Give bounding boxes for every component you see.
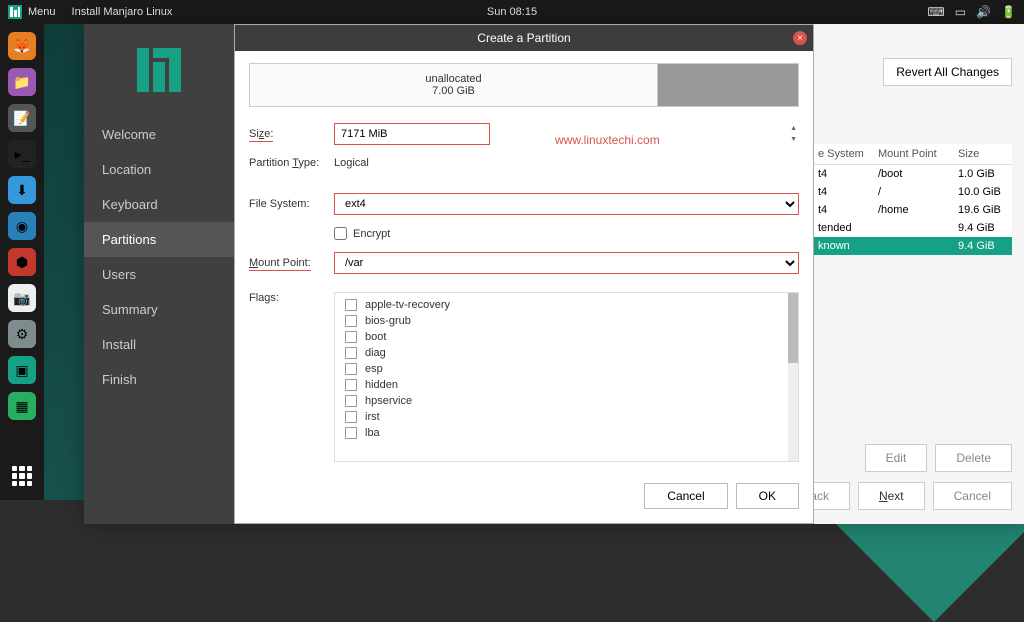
- dock-firefox-icon[interactable]: 🦊: [8, 32, 36, 60]
- screen-icon[interactable]: ▭: [955, 5, 966, 19]
- flags-scrollbar[interactable]: [788, 293, 798, 461]
- mountpoint-select[interactable]: /var: [334, 252, 799, 274]
- flag-checkbox[interactable]: [345, 379, 357, 391]
- flag-item[interactable]: lba: [335, 425, 798, 441]
- dock-settings-icon[interactable]: ⚙: [8, 320, 36, 348]
- flag-item[interactable]: boot: [335, 329, 798, 345]
- dock-terminal-icon[interactable]: ▸_: [8, 140, 36, 168]
- col-size: Size: [952, 144, 1012, 164]
- volume-icon[interactable]: 🔊: [976, 5, 991, 19]
- sidebar-item-partitions[interactable]: Partitions: [84, 222, 234, 257]
- sidebar-item-welcome[interactable]: Welcome: [84, 117, 234, 152]
- flag-item[interactable]: hidden: [335, 377, 798, 393]
- dock-download-icon[interactable]: ⬇: [8, 176, 36, 204]
- dock-apps-icon[interactable]: [8, 462, 36, 490]
- filesystem-select[interactable]: ext4: [334, 193, 799, 215]
- manjaro-logo: [84, 36, 234, 117]
- dialog-ok-button[interactable]: OK: [736, 483, 799, 509]
- dock-hex-icon[interactable]: ⬢: [8, 248, 36, 276]
- flag-item[interactable]: hpservice: [335, 393, 798, 409]
- flag-checkbox[interactable]: [345, 315, 357, 327]
- clock[interactable]: Sun 08:15: [487, 6, 537, 18]
- partition-type-value: Logical: [334, 157, 369, 169]
- dock-installer-icon[interactable]: ▣: [8, 356, 36, 384]
- flag-checkbox[interactable]: [345, 427, 357, 439]
- flag-item[interactable]: apple-tv-recovery: [335, 297, 798, 313]
- unallocated-label: unallocated: [425, 73, 481, 85]
- flag-checkbox[interactable]: [345, 363, 357, 375]
- dock-editor-icon[interactable]: 📝: [8, 104, 36, 132]
- flag-item[interactable]: irst: [335, 409, 798, 425]
- sidebar-item-keyboard[interactable]: Keyboard: [84, 187, 234, 222]
- flag-item[interactable]: diag: [335, 345, 798, 361]
- cancel-button[interactable]: Cancel: [933, 482, 1012, 510]
- used-space-bar: [658, 64, 798, 106]
- size-input[interactable]: [334, 123, 490, 145]
- encrypt-checkbox-label[interactable]: Encrypt: [334, 227, 390, 240]
- dock-spreadsheet-icon[interactable]: ▦: [8, 392, 36, 420]
- desktop: Welcome Location Keyboard Partitions Use…: [44, 24, 1024, 500]
- sidebar-item-install[interactable]: Install: [84, 327, 234, 362]
- dialog-cancel-button[interactable]: Cancel: [644, 483, 727, 509]
- flag-checkbox[interactable]: [345, 347, 357, 359]
- sidebar-item-summary[interactable]: Summary: [84, 292, 234, 327]
- keyboard-icon[interactable]: ⌨: [927, 5, 944, 19]
- flag-checkbox[interactable]: [345, 299, 357, 311]
- dock-camera-icon[interactable]: 📷: [8, 284, 36, 312]
- size-label: Size:: [249, 128, 273, 142]
- menu-button[interactable]: Menu: [8, 5, 56, 19]
- window-title: Install Manjaro Linux: [72, 6, 173, 18]
- watermark: www.linuxtechi.com: [555, 133, 660, 147]
- dialog-overlay: Create a Partition × unallocated 7.00 Gi…: [234, 24, 909, 524]
- dock: 🦊 📁 📝 ▸_ ⬇ ◉ ⬢ 📷 ⚙ ▣ ▦: [0, 24, 44, 500]
- partition-visual: unallocated 7.00 GiB: [249, 63, 799, 107]
- filesystem-label: File System:: [249, 198, 334, 210]
- flags-list[interactable]: apple-tv-recovery bios-grub boot diag es…: [334, 292, 799, 462]
- partition-type-label: Partition Type:: [249, 157, 334, 169]
- flag-checkbox[interactable]: [345, 395, 357, 407]
- dock-files-icon[interactable]: 📁: [8, 68, 36, 96]
- battery-icon[interactable]: 🔋: [1001, 5, 1016, 19]
- encrypt-checkbox[interactable]: [334, 227, 347, 240]
- sidebar-item-users[interactable]: Users: [84, 257, 234, 292]
- sidebar-item-finish[interactable]: Finish: [84, 362, 234, 397]
- dialog-title: Create a Partition: [477, 31, 570, 45]
- mountpoint-label: Mount Point:: [249, 257, 311, 271]
- flags-label: Flags:: [249, 292, 334, 304]
- top-panel: Menu Install Manjaro Linux Sun 08:15 ⌨ ▭…: [0, 0, 1024, 24]
- dialog-titlebar[interactable]: Create a Partition ×: [235, 25, 813, 51]
- create-partition-dialog: Create a Partition × unallocated 7.00 Gi…: [234, 24, 814, 524]
- flag-item[interactable]: esp: [335, 361, 798, 377]
- installer-window: Welcome Location Keyboard Partitions Use…: [84, 24, 1024, 524]
- delete-button[interactable]: Delete: [935, 444, 1012, 472]
- flag-checkbox[interactable]: [345, 331, 357, 343]
- flag-checkbox[interactable]: [345, 411, 357, 423]
- installer-sidebar: Welcome Location Keyboard Partitions Use…: [84, 24, 234, 524]
- menu-label: Menu: [28, 6, 56, 18]
- sidebar-item-location[interactable]: Location: [84, 152, 234, 187]
- spinner-down-icon[interactable]: ▼: [790, 136, 797, 143]
- close-icon[interactable]: ×: [793, 31, 807, 45]
- spinner-up-icon[interactable]: ▲: [790, 125, 797, 132]
- dock-app-icon[interactable]: ◉: [8, 212, 36, 240]
- flag-item[interactable]: bios-grub: [335, 313, 798, 329]
- unallocated-size: 7.00 GiB: [432, 85, 475, 97]
